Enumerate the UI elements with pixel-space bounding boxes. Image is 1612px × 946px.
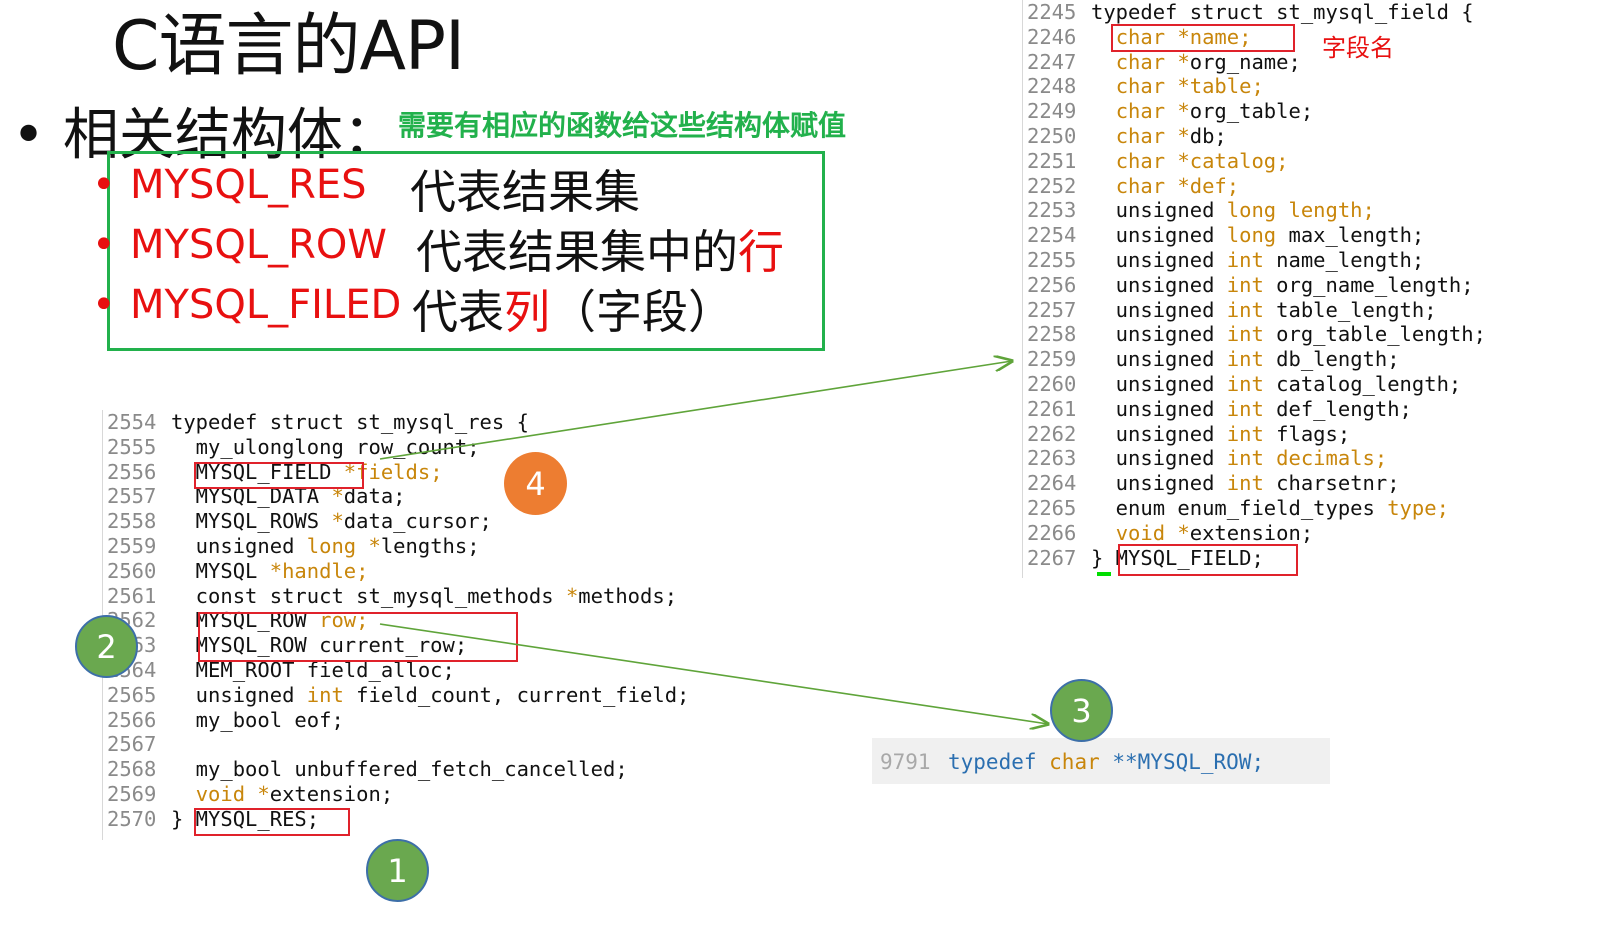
badge-3: 3 [1050,679,1113,742]
badge-4: 4 [504,452,567,515]
badge-2: 2 [75,615,138,678]
arrow-to-mysql-field [379,361,1012,460]
badge-1: 1 [366,839,429,902]
arrow-to-mysql-row [379,623,1048,724]
arrows-layer [379,0,1612,946]
